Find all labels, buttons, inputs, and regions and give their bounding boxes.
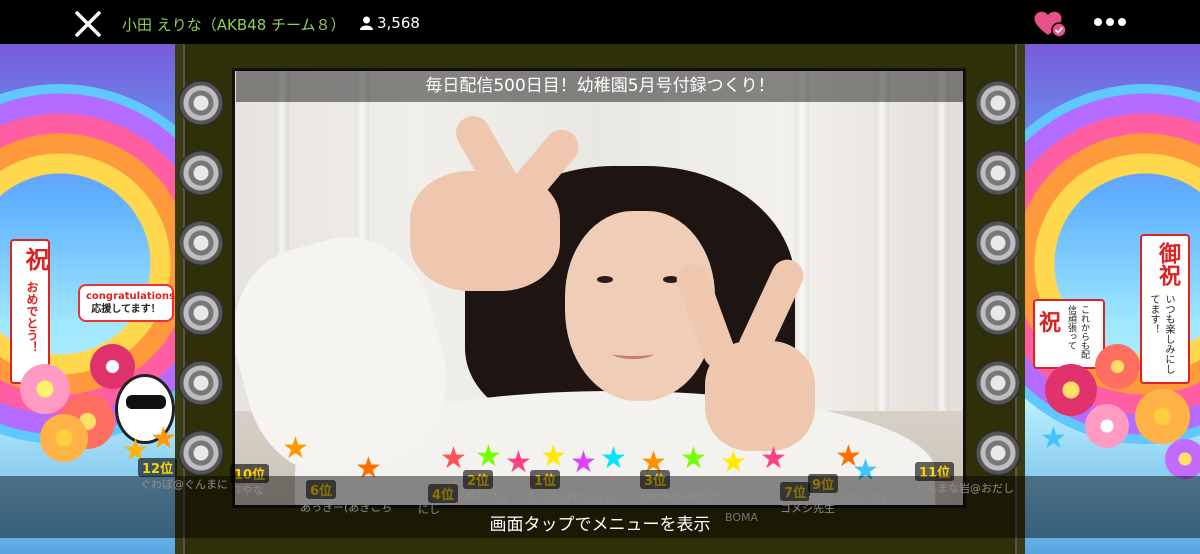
curtain-fold <box>935 71 949 411</box>
film-reel-icon <box>178 220 224 266</box>
flower-decoration <box>1095 344 1140 389</box>
film-reel-icon <box>975 220 1021 266</box>
flower-decoration <box>1085 404 1129 448</box>
congrats-banner-right: 御祝 いつも楽しみにしてます！ <box>1140 234 1190 384</box>
heart-check-icon <box>1034 11 1067 38</box>
star-icon: ★ <box>600 441 627 476</box>
more-button[interactable] <box>1090 10 1130 34</box>
streamer-hand <box>705 341 815 451</box>
film-reel-icon <box>975 360 1021 406</box>
banner-sub-text: これからも配信頑張って <box>1066 305 1089 359</box>
banner-big-text: 御祝 <box>1155 242 1181 286</box>
favorite-button[interactable] <box>1032 8 1068 38</box>
rank-label: 12位 <box>138 458 178 477</box>
star-icon: ★ <box>760 441 787 476</box>
film-reel-icon <box>178 430 224 476</box>
flower-decoration <box>1135 389 1190 444</box>
flower-decoration <box>1045 364 1097 416</box>
streamer-eye <box>597 276 613 283</box>
congrats-card-right: 祝 これからも配信頑張って <box>1033 299 1105 369</box>
film-reel-icon <box>178 360 224 406</box>
star-icon: ★ <box>720 445 747 480</box>
banner-sub-text: おめでとう！ <box>25 281 39 353</box>
close-button[interactable] <box>70 6 106 42</box>
more-dots-icon <box>1094 18 1126 26</box>
viewer-count-value: 3,568 <box>377 14 420 32</box>
film-reel-icon <box>178 80 224 126</box>
flower-decoration <box>1165 439 1200 479</box>
person-icon <box>360 16 373 30</box>
stream-title: 毎日配信500日目！幼稚園5月号付録つくり！ <box>236 70 964 102</box>
star-icon: ★ <box>570 445 597 480</box>
congrats-banner-left: 祝 おめでとう！ <box>10 239 50 384</box>
flower-decoration <box>20 364 70 414</box>
star-icon: ★ <box>282 431 309 466</box>
film-reel-icon <box>975 290 1021 336</box>
menu-hint-text: 画面タップでメニューを表示 <box>489 515 711 535</box>
star-icon: ★ <box>475 439 502 474</box>
curtain-fold <box>875 71 889 411</box>
flower-decoration <box>40 414 88 462</box>
film-reel-icon <box>975 430 1021 476</box>
banner-big-text: 祝 <box>1039 310 1062 336</box>
star-icon: ★ <box>150 421 177 456</box>
star-icon: ★ <box>1040 421 1067 456</box>
congrats-line2: 応援してます！ <box>91 304 161 315</box>
congrats-line1: congratulations! <box>86 291 175 302</box>
banner-sub-text: いつも楽しみにしてます！ <box>1148 294 1174 374</box>
star-icon: ★ <box>505 445 532 480</box>
congrats-card-left: congratulations! 応援してます！ <box>78 284 175 322</box>
star-icon: ★ <box>680 441 707 476</box>
film-reel-icon <box>178 150 224 196</box>
star-icon: ★ <box>540 439 567 474</box>
viewer-count: 3,568 <box>360 14 420 32</box>
top-bar: 小田 えりな（AKB48 チーム８） 3,568 <box>0 0 1200 44</box>
streamer-hand <box>410 171 560 291</box>
close-icon <box>75 11 101 37</box>
film-reel-icon <box>975 80 1021 126</box>
banner-big-text: 祝 <box>21 247 50 271</box>
star-icon: ★ <box>440 441 467 476</box>
film-reel-icon <box>178 290 224 336</box>
film-reel-icon <box>975 150 1021 196</box>
streamer-mouth <box>613 349 653 359</box>
host-name[interactable]: 小田 えりな（AKB48 チーム８） <box>122 14 346 35</box>
